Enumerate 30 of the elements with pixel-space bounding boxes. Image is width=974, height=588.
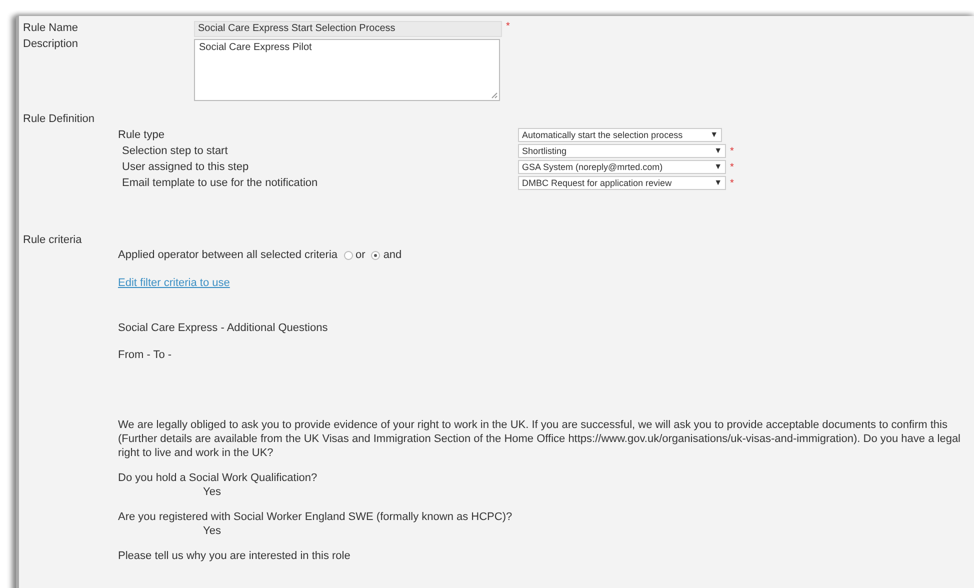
required-mark: * (506, 21, 510, 32)
field-label: Selection step to start (122, 144, 229, 158)
section-label: Rule Definition (23, 112, 96, 126)
radio-option[interactable]: or (344, 249, 366, 261)
dropdown[interactable]: GSA System (noreply@mrted.com) ▼ (518, 160, 726, 174)
section-title: Social Care Express - Additional Questions (118, 322, 329, 334)
description-field[interactable]: Social Care Express Pilot (194, 39, 500, 101)
answer-text: Yes (202, 524, 222, 538)
operator-label: Applied operator between all selected criteria (118, 249, 338, 261)
field-label: User assigned to this step (122, 160, 250, 174)
field-label: Email template to use for the notification (122, 176, 319, 190)
field-label: Rule type (118, 128, 166, 142)
dropdown[interactable]: Shortlisting ▼ (518, 144, 726, 158)
question-text: Do you hold a Social Work Qualification? (118, 471, 318, 485)
radio-option[interactable]: and (371, 249, 402, 261)
required-mark: * (730, 146, 734, 156)
range-text: From - To - (118, 349, 173, 361)
field-label: Rule Name (23, 21, 80, 35)
question-text: Please tell us why you are interested in this role (118, 549, 352, 563)
rule-name-field[interactable]: Social Care Express Start Selection Process (194, 21, 502, 37)
question-text: We are legally obliged to ask you to provide evidence of your right to work in the UK. If you are successful, we will ask you to provide acceptable documents to confirm this (Further details are available from the UK Visas and Immigration Section of the Home Office https://www.gov.uk/organisations/uk-visas-and-immigration). Do you have a legal right to live and work in the UK? (118, 418, 962, 460)
question-text: Are you registered with Social Worker England SWE (formally known as HCPC)? (118, 510, 514, 524)
answer-text: Yes (202, 485, 222, 499)
required-mark: * (730, 178, 734, 188)
dropdown[interactable]: Automatically start the selection process ▼ (518, 128, 722, 142)
field-label: Description (23, 37, 80, 51)
section-label: Rule criteria (23, 234, 82, 246)
required-mark: * (730, 162, 734, 172)
dropdown[interactable]: DMBC Request for application review ▼ (518, 176, 726, 190)
resize-grip-icon[interactable] (491, 92, 498, 99)
